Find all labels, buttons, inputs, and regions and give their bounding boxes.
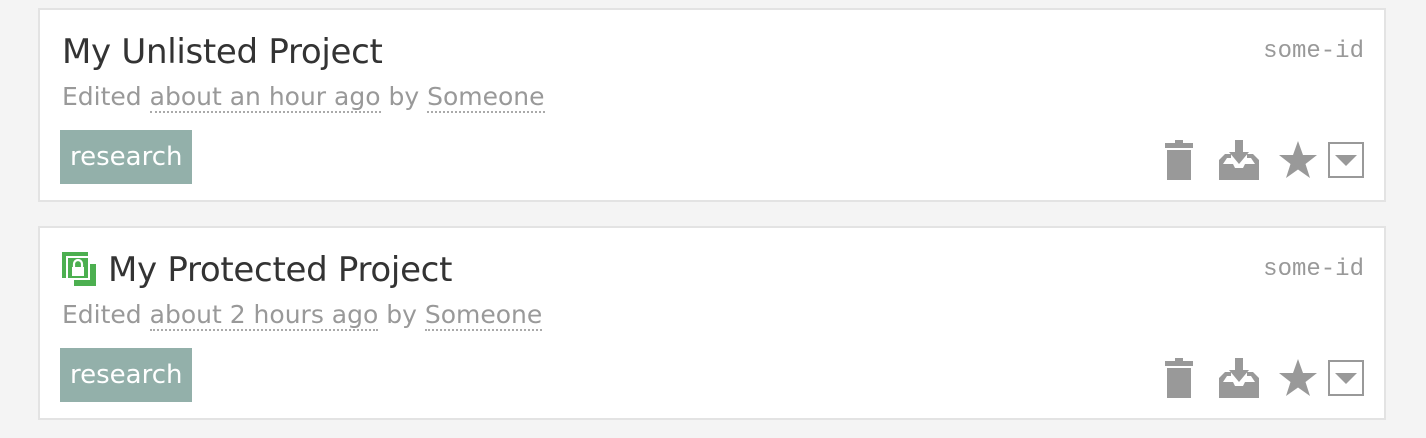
- protected-lock-icon: [62, 252, 98, 288]
- project-list: My Unlisted Project some-id Edited about…: [0, 0, 1426, 438]
- star-icon[interactable]: [1278, 140, 1318, 180]
- project-meta: Edited about 2 hours ago by Someone: [62, 300, 543, 331]
- download-icon[interactable]: [1218, 358, 1260, 398]
- project-title[interactable]: My Unlisted Project: [62, 32, 383, 72]
- author-link[interactable]: Someone: [424, 300, 543, 331]
- project-title[interactable]: My Protected Project: [108, 250, 452, 290]
- trash-icon[interactable]: [1162, 140, 1196, 180]
- author-link[interactable]: Someone: [427, 82, 545, 113]
- trash-icon[interactable]: [1162, 358, 1196, 398]
- edited-label: Edited: [62, 300, 150, 329]
- edited-time[interactable]: about an hour ago: [149, 82, 381, 113]
- project-id: some-id: [1263, 38, 1364, 65]
- caret-down-icon[interactable]: [1328, 142, 1364, 178]
- project-actions: [1162, 138, 1364, 182]
- edited-label: Edited: [62, 82, 150, 111]
- caret-down-icon[interactable]: [1328, 360, 1364, 396]
- project-card: My Protected Project some-id Edited abou…: [38, 226, 1386, 420]
- project-card: My Unlisted Project some-id Edited about…: [38, 8, 1386, 202]
- edited-time[interactable]: about 2 hours ago: [149, 300, 379, 331]
- project-title-row: My Protected Project: [62, 248, 452, 292]
- download-icon[interactable]: [1218, 140, 1260, 180]
- project-meta: Edited about an hour ago by Someone: [62, 82, 545, 113]
- tag-badge[interactable]: research: [60, 348, 193, 402]
- star-icon[interactable]: [1278, 358, 1318, 398]
- project-title-row: My Unlisted Project: [62, 30, 383, 74]
- project-actions: [1162, 356, 1364, 400]
- tag-badge[interactable]: research: [60, 130, 193, 184]
- by-label: by: [380, 82, 428, 111]
- by-label: by: [378, 300, 425, 329]
- project-id: some-id: [1263, 256, 1364, 283]
